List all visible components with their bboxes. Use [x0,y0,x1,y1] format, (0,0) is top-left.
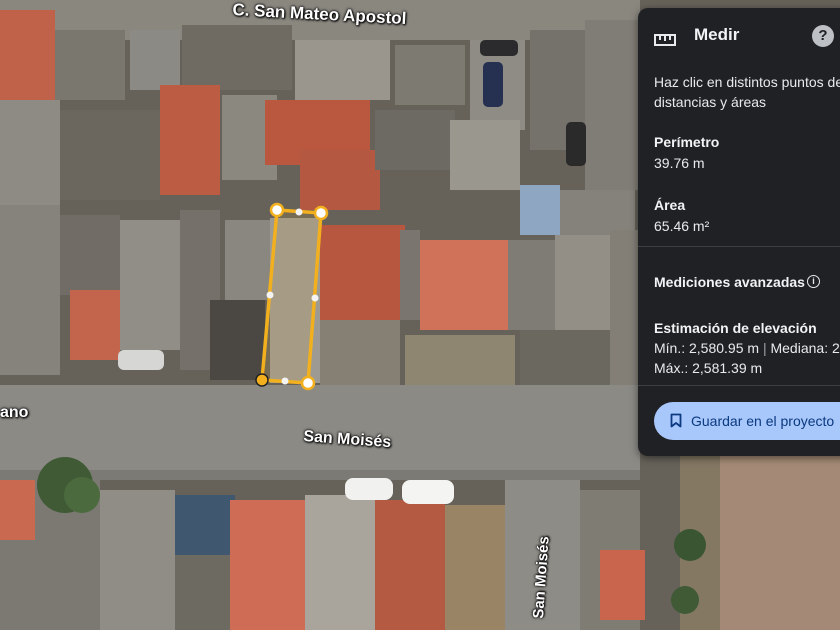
midpoint-handle[interactable] [311,294,319,302]
elevation-separator: | [762,340,767,356]
field-area [700,455,840,630]
street-label-left-partial: ano [0,404,29,421]
measurement-vertex[interactable] [300,375,316,391]
advanced-measurements-label[interactable]: Mediciones avanzadas [654,274,805,290]
midpoint-handle[interactable] [281,377,289,385]
measurement-vertex[interactable] [255,373,269,387]
divider [638,385,840,386]
area-value: 65.46 m² [654,218,710,234]
info-icon[interactable]: i [807,275,820,288]
midpoint-handle[interactable] [295,208,303,216]
midpoint-handle[interactable] [266,291,274,299]
perimeter-value: 39.76 m [654,155,705,171]
divider [638,246,840,247]
measure-instructions: Haz clic en distintos puntos de distanci… [654,74,840,110]
perimeter-label: Perímetro [654,134,720,150]
save-to-project-button[interactable]: Guardar en el proyecto [654,402,840,440]
bookmark-icon [670,413,682,428]
measurement-vertex[interactable] [313,205,329,221]
panel-title: Medir [694,25,740,44]
measure-panel: Medir ? Haz clic en distintos puntos de … [638,8,840,456]
save-button-label: Guardar en el proyecto [691,413,835,429]
area-label: Área [654,197,686,213]
elevation-median: Mediana: 2, [770,340,840,356]
ruler-icon [654,34,676,46]
elevation-label: Estimación de elevación [654,320,817,336]
elevation-max: Máx.: 2,581.39 m [654,360,763,376]
measurement-vertex[interactable] [269,202,285,218]
help-icon[interactable]: ? [812,25,834,47]
elevation-min: Mín.: 2,580.95 m [654,340,760,356]
elevation-min-median: Mín.: 2,580.95 m | Mediana: 2, [654,340,840,356]
